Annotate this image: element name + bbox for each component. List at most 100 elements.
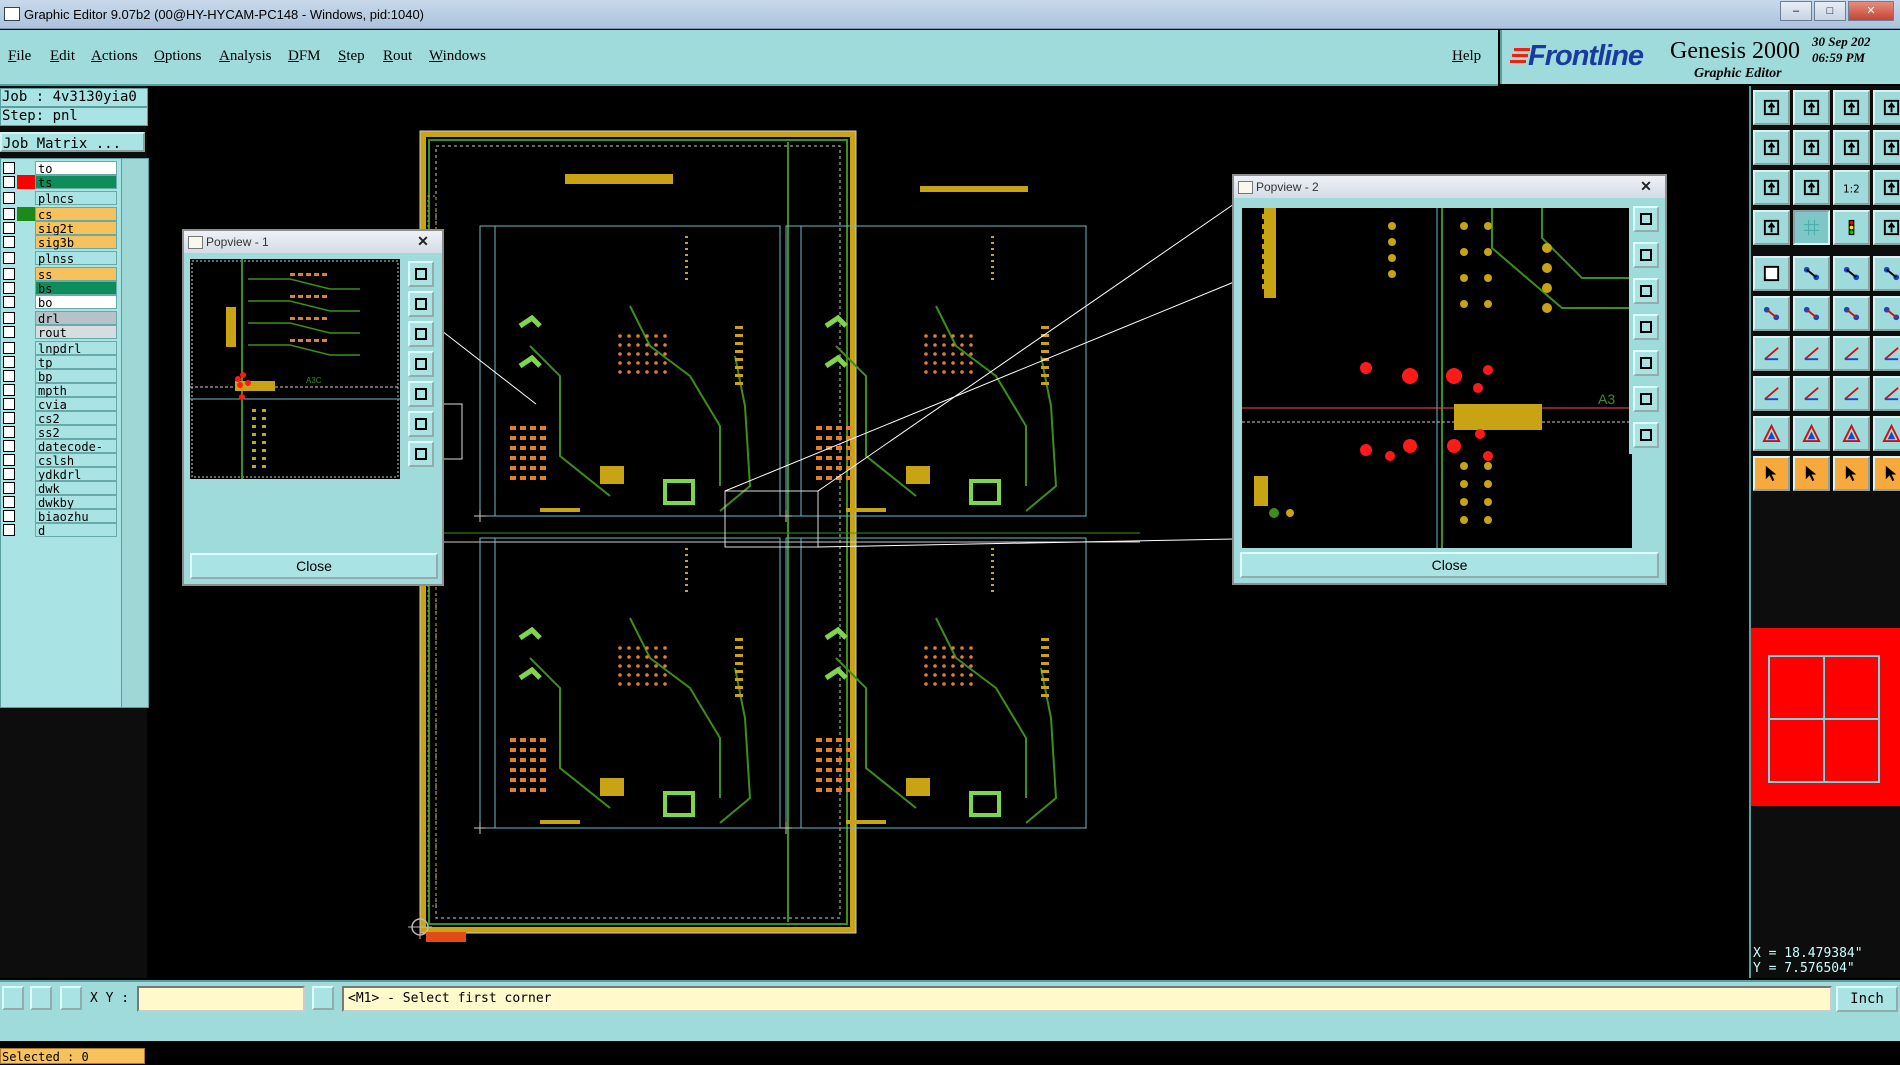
layer-name[interactable]: rout: [35, 325, 117, 340]
popview-zoom-fit-button[interactable]: [408, 261, 434, 287]
units-button[interactable]: Inch: [1836, 986, 1898, 1012]
menu-dfm[interactable]: DFM: [288, 48, 321, 65]
layer-name[interactable]: bp: [35, 369, 117, 384]
popview-redraw-button[interactable]: [1633, 350, 1659, 376]
layer-name[interactable]: dwk: [35, 481, 117, 496]
snap-mode-button[interactable]: [2, 986, 24, 1010]
select-arrow-button[interactable]: [1793, 456, 1830, 491]
layer-row[interactable]: ss: [3, 267, 117, 282]
popview-2-window[interactable]: Popview - 2 ✕ A3 Close: [1232, 174, 1667, 585]
layer-name[interactable]: cs: [35, 207, 117, 222]
popview-2-viewport[interactable]: A3: [1242, 208, 1632, 548]
arc-button[interactable]: [1833, 336, 1870, 371]
layer-row[interactable]: bs: [3, 281, 117, 296]
popview-zoom-out-button[interactable]: [408, 321, 434, 347]
layer-row[interactable]: plncs: [3, 191, 117, 206]
popview-2-close-icon[interactable]: ✕: [1633, 178, 1659, 194]
window-title-bar[interactable]: Graphic Editor 9.07b2 (00@HY-HYCAM-PC148…: [0, 0, 1900, 29]
info-button[interactable]: [312, 986, 334, 1010]
layer-name[interactable]: lnpdrl: [35, 341, 117, 356]
polyline-button[interactable]: [1873, 296, 1900, 331]
step-out-button[interactable]: [1793, 130, 1830, 165]
layer-checkbox[interactable]: [3, 370, 15, 382]
layer-name[interactable]: d: [35, 523, 117, 538]
layer-name[interactable]: datecode-ptc: [35, 439, 117, 468]
layer-row[interactable]: lnpdrl: [3, 341, 117, 356]
menu-help[interactable]: Help: [1452, 48, 1481, 65]
layer-row[interactable]: cvia: [3, 397, 117, 412]
save-button[interactable]: [1793, 90, 1830, 125]
layer-checkbox[interactable]: [3, 236, 15, 248]
step-overview-map[interactable]: [1751, 628, 1900, 806]
popview-2-titlebar[interactable]: Popview - 2 ✕: [1234, 176, 1665, 199]
tolerance-button[interactable]: [1873, 130, 1900, 165]
triangle-fill-button[interactable]: [1833, 416, 1870, 451]
layer-row[interactable]: cslsh: [3, 453, 117, 468]
layer-row[interactable]: bp: [3, 369, 117, 384]
layer-row[interactable]: cs2: [3, 411, 117, 426]
layer-checkbox[interactable]: [3, 176, 15, 188]
grid-button[interactable]: [1793, 210, 1830, 245]
stretch-button[interactable]: [1833, 376, 1870, 411]
popview-1-titlebar[interactable]: Popview - 1 ✕: [184, 231, 442, 254]
popview-zoom-fit-button[interactable]: [1633, 206, 1659, 232]
layer-checkbox[interactable]: [3, 482, 15, 494]
triangle-line-button[interactable]: [1793, 416, 1830, 451]
layer-name[interactable]: biaozhu: [35, 509, 117, 524]
connect-button[interactable]: [1753, 296, 1790, 331]
layer-checkbox[interactable]: [3, 510, 15, 522]
popview-2-close-button[interactable]: Close: [1240, 552, 1659, 578]
popview-redraw-button[interactable]: [408, 381, 434, 407]
color-button[interactable]: [1873, 210, 1900, 245]
layer-checkbox[interactable]: [3, 312, 15, 324]
layer-name[interactable]: cs2: [35, 411, 117, 426]
layer-row[interactable]: mpth: [3, 383, 117, 398]
minus-button[interactable]: [1793, 376, 1830, 411]
layer-name[interactable]: to: [35, 161, 117, 176]
layer-name[interactable]: drl: [35, 311, 117, 326]
home-button[interactable]: [1833, 90, 1870, 125]
layer-name[interactable]: bs: [35, 281, 117, 296]
layer-row[interactable]: plnss: [3, 251, 117, 266]
layer-row[interactable]: datecode-ptc: [3, 439, 117, 468]
layer-name[interactable]: tp: [35, 355, 117, 370]
layer-checkbox[interactable]: [3, 208, 15, 220]
cross-button[interactable]: [1793, 296, 1830, 331]
layer-checkbox[interactable]: [3, 440, 15, 452]
traffic-light-button[interactable]: [1833, 210, 1870, 245]
triangle-edit-button[interactable]: [1873, 416, 1900, 451]
snap-button[interactable]: [1753, 210, 1790, 245]
zoom-fit-button[interactable]: [1753, 170, 1790, 205]
layer-name[interactable]: cslsh: [35, 453, 117, 468]
popview-1-window[interactable]: Popview - 1 ✕ A3C Close: [182, 229, 444, 586]
help-button[interactable]: [1873, 170, 1900, 205]
layer-checkbox[interactable]: [3, 412, 15, 424]
layer-row[interactable]: dwk: [3, 481, 117, 496]
layer-name[interactable]: bo: [35, 295, 117, 310]
layer-name[interactable]: plnss: [35, 251, 117, 266]
layer-row[interactable]: tp: [3, 355, 117, 370]
menu-edit[interactable]: Edit: [50, 48, 75, 65]
layer-checkbox[interactable]: [3, 426, 15, 438]
layer-checkbox[interactable]: [3, 162, 15, 174]
layer-checkbox[interactable]: [3, 222, 15, 234]
layer-checkbox[interactable]: [3, 326, 15, 338]
layer-name[interactable]: sig3b: [35, 235, 117, 250]
layer-row[interactable]: ydkdrl: [3, 467, 117, 482]
layer-checkbox[interactable]: [3, 524, 15, 536]
layer-name[interactable]: plncs: [35, 191, 117, 206]
popview-1-viewport[interactable]: A3C: [190, 259, 400, 479]
layer-row[interactable]: d: [3, 523, 117, 538]
group-button[interactable]: [1873, 376, 1900, 411]
layer-name[interactable]: ss2: [35, 425, 117, 440]
scale-button[interactable]: 1:2: [1833, 170, 1870, 205]
drill-button[interactable]: [1873, 256, 1900, 291]
layer-checkbox[interactable]: [3, 252, 15, 264]
layer-row[interactable]: sig3b: [3, 235, 117, 250]
layer-checkbox[interactable]: [3, 356, 15, 368]
open-button[interactable]: [1753, 90, 1790, 125]
layer-checkbox[interactable]: [3, 454, 15, 466]
layer-row[interactable]: to: [3, 161, 117, 176]
menu-actions[interactable]: Actions: [91, 48, 138, 65]
menu-windows[interactable]: Windows: [429, 48, 486, 65]
